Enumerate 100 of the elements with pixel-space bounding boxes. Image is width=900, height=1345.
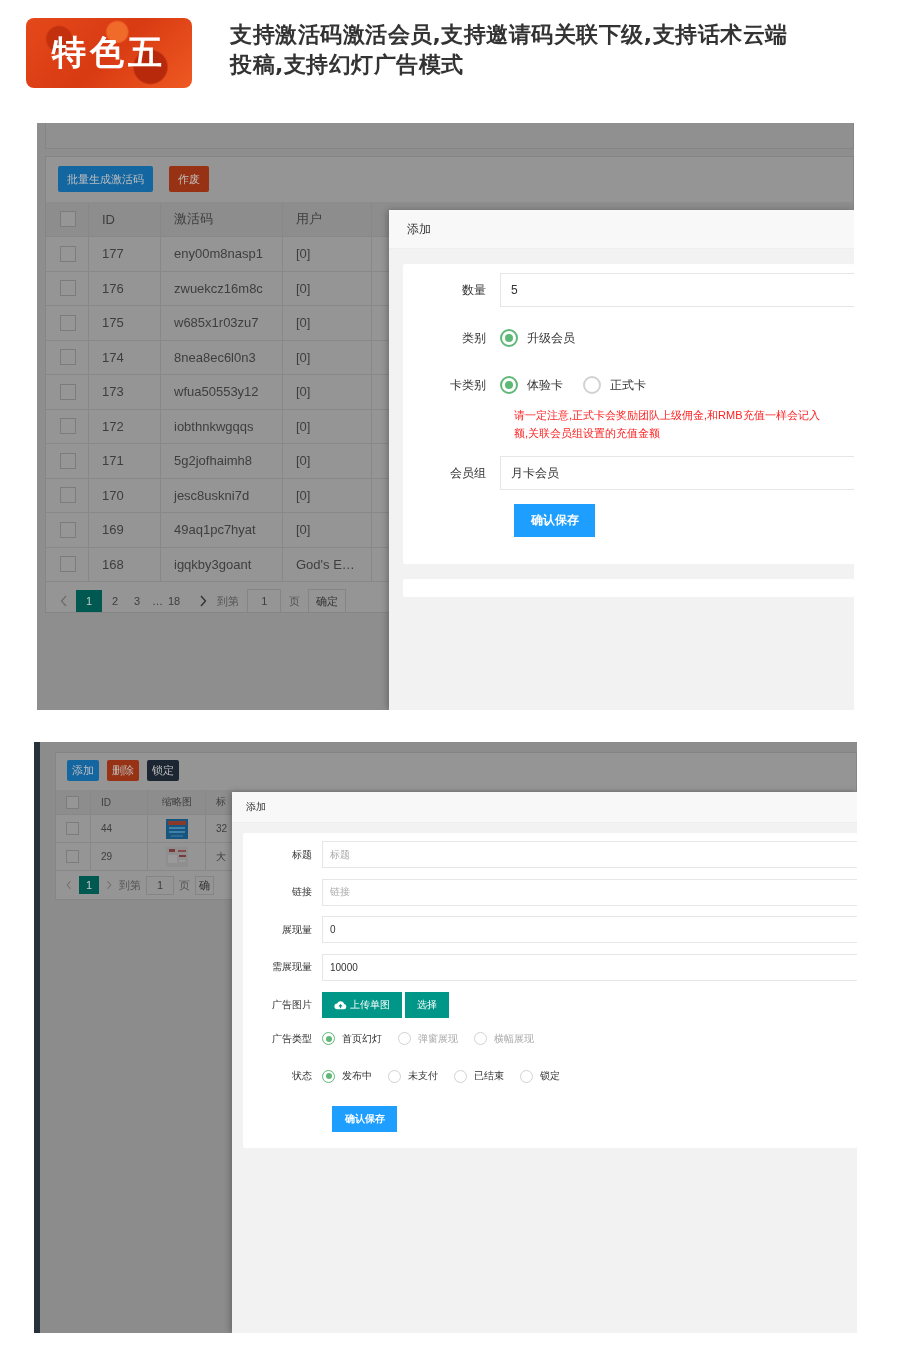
radio-button[interactable] <box>500 376 518 394</box>
toolbar-button[interactable]: 作废 <box>169 166 209 192</box>
radio-label: 锁定 <box>540 1069 560 1083</box>
table-cell: 168 <box>102 556 124 572</box>
upload-button[interactable]: 选择 <box>405 991 449 1018</box>
page-button[interactable]: 3 <box>128 590 146 612</box>
radio-label: 弹窗展现 <box>418 1031 458 1046</box>
page-unit: 页 <box>179 877 190 893</box>
radio-label: 发布中 <box>342 1069 372 1083</box>
confirm-button[interactable]: 确 <box>195 875 214 895</box>
field-label: 展现量 <box>281 922 313 937</box>
headline: 支持激活码激活会员,支持邀请码关联下级,支持话术云端 <box>230 21 788 49</box>
checkbox[interactable] <box>60 521 76 538</box>
checkbox[interactable] <box>60 556 76 573</box>
table-cell: iobthnkwgqqs <box>174 418 254 434</box>
page-ellipsis: … <box>152 595 163 607</box>
table-cell: 大 <box>216 849 226 864</box>
input-field[interactable]: 0 <box>322 916 857 943</box>
checkbox[interactable] <box>66 822 79 835</box>
table-cell: w685x1r03zu7 <box>174 315 259 331</box>
table-cell: [0] <box>296 418 311 434</box>
table-cell: 172 <box>102 418 124 434</box>
toolbar-button[interactable]: 批量生成激活码 <box>58 166 153 192</box>
field-label: 卡类别 <box>449 376 487 394</box>
previous-icon[interactable] <box>66 880 72 890</box>
page-unit: 页 <box>289 593 301 609</box>
save-button[interactable]: 确认保存 <box>332 1105 397 1132</box>
table-cell: 169 <box>102 522 124 538</box>
radio-label: 升级会员 <box>527 329 575 347</box>
column-header: 缩略图 <box>161 795 192 809</box>
page-button[interactable]: 1 <box>76 590 102 612</box>
checkbox[interactable] <box>60 452 76 469</box>
toolbar-button[interactable]: 锁定 <box>147 760 179 781</box>
field-label: 类别 <box>461 329 487 347</box>
save-button[interactable]: 确认保存 <box>514 504 595 537</box>
radio-label: 首页幻灯 <box>342 1031 382 1046</box>
radio-label: 未支付 <box>408 1069 438 1083</box>
table-cell: 175 <box>102 315 124 331</box>
page-button[interactable]: 1 <box>79 876 99 894</box>
checkbox[interactable] <box>60 349 76 366</box>
field-label: 需展现量 <box>271 960 313 974</box>
checkbox[interactable] <box>60 383 76 400</box>
column-header: ID <box>101 796 111 808</box>
table-cell: [0] <box>296 315 311 331</box>
field-label: 广告类型 <box>271 1031 313 1046</box>
input-field[interactable]: 10000 <box>322 953 857 981</box>
radio-button[interactable] <box>583 376 601 394</box>
page-input[interactable]: 1 <box>146 875 174 895</box>
input-field[interactable]: 月卡会员 <box>500 456 854 490</box>
field-label: 数量 <box>461 281 487 299</box>
field-label: 广告图片 <box>271 997 313 1012</box>
table-cell: igqkby3goant <box>174 556 252 572</box>
table-cell: 5g2jofhaimh8 <box>174 453 253 469</box>
table-cell: [0] <box>296 246 311 262</box>
headline: 投稿,支持幻灯广告模式 <box>230 51 465 79</box>
column-header: 标 <box>216 795 226 809</box>
field-label: 状态 <box>291 1069 313 1083</box>
table-cell: 173 <box>102 384 124 400</box>
checkbox[interactable] <box>66 795 79 809</box>
input-field[interactable]: 标题 <box>322 841 857 868</box>
checkbox[interactable] <box>60 418 76 435</box>
input-field[interactable]: 链接 <box>322 878 857 906</box>
table-cell: [0] <box>296 349 311 365</box>
feature-badge: 特色五 <box>26 18 192 88</box>
table-cell: God's E… <box>296 556 355 572</box>
dialog-title: 添加 <box>246 800 266 814</box>
cloud-upload-icon <box>334 999 347 1010</box>
field-label: 链接 <box>291 885 313 899</box>
radio-button[interactable] <box>500 329 518 347</box>
radio-label: 已结束 <box>474 1069 504 1083</box>
toolbar-button[interactable]: 添加 <box>67 760 99 781</box>
table-cell: eny00m8nasp1 <box>174 246 263 262</box>
table-cell: 32 <box>216 823 228 834</box>
toolbar-button[interactable]: 删除 <box>107 760 139 781</box>
table-cell: 176 <box>102 280 124 296</box>
table-cell: wfua50553y12 <box>174 384 259 400</box>
page-button[interactable]: 2 <box>106 590 124 612</box>
confirm-button[interactable]: 确定 <box>308 589 347 613</box>
radio-label: 正式卡 <box>610 376 646 394</box>
checkbox[interactable] <box>60 245 76 262</box>
input-field[interactable]: 5 <box>500 273 854 307</box>
table-cell: 171 <box>102 453 124 469</box>
checkbox[interactable] <box>60 211 76 227</box>
page-input[interactable]: 1 <box>247 589 282 613</box>
table-cell: 49aq1pc7hyat <box>174 522 256 538</box>
checkbox[interactable] <box>60 314 76 331</box>
checkbox[interactable] <box>60 487 76 504</box>
next-icon[interactable] <box>199 595 208 607</box>
checkbox[interactable] <box>66 850 79 863</box>
table-cell: [0] <box>296 453 311 469</box>
page-button[interactable]: 18 <box>165 590 184 612</box>
table-cell: 44 <box>101 823 113 834</box>
table-cell: zwuekcz16m8c <box>174 280 263 296</box>
warning-text: 额,关联会员组设置的充值金额 <box>514 426 662 441</box>
upload-button[interactable]: 上传单图 <box>322 991 402 1018</box>
table-cell: 177 <box>102 246 124 262</box>
checkbox[interactable] <box>60 280 76 297</box>
column-header: 用户 <box>296 210 322 228</box>
radio-label: 横幅展现 <box>494 1031 534 1046</box>
previous-icon[interactable] <box>60 595 68 607</box>
